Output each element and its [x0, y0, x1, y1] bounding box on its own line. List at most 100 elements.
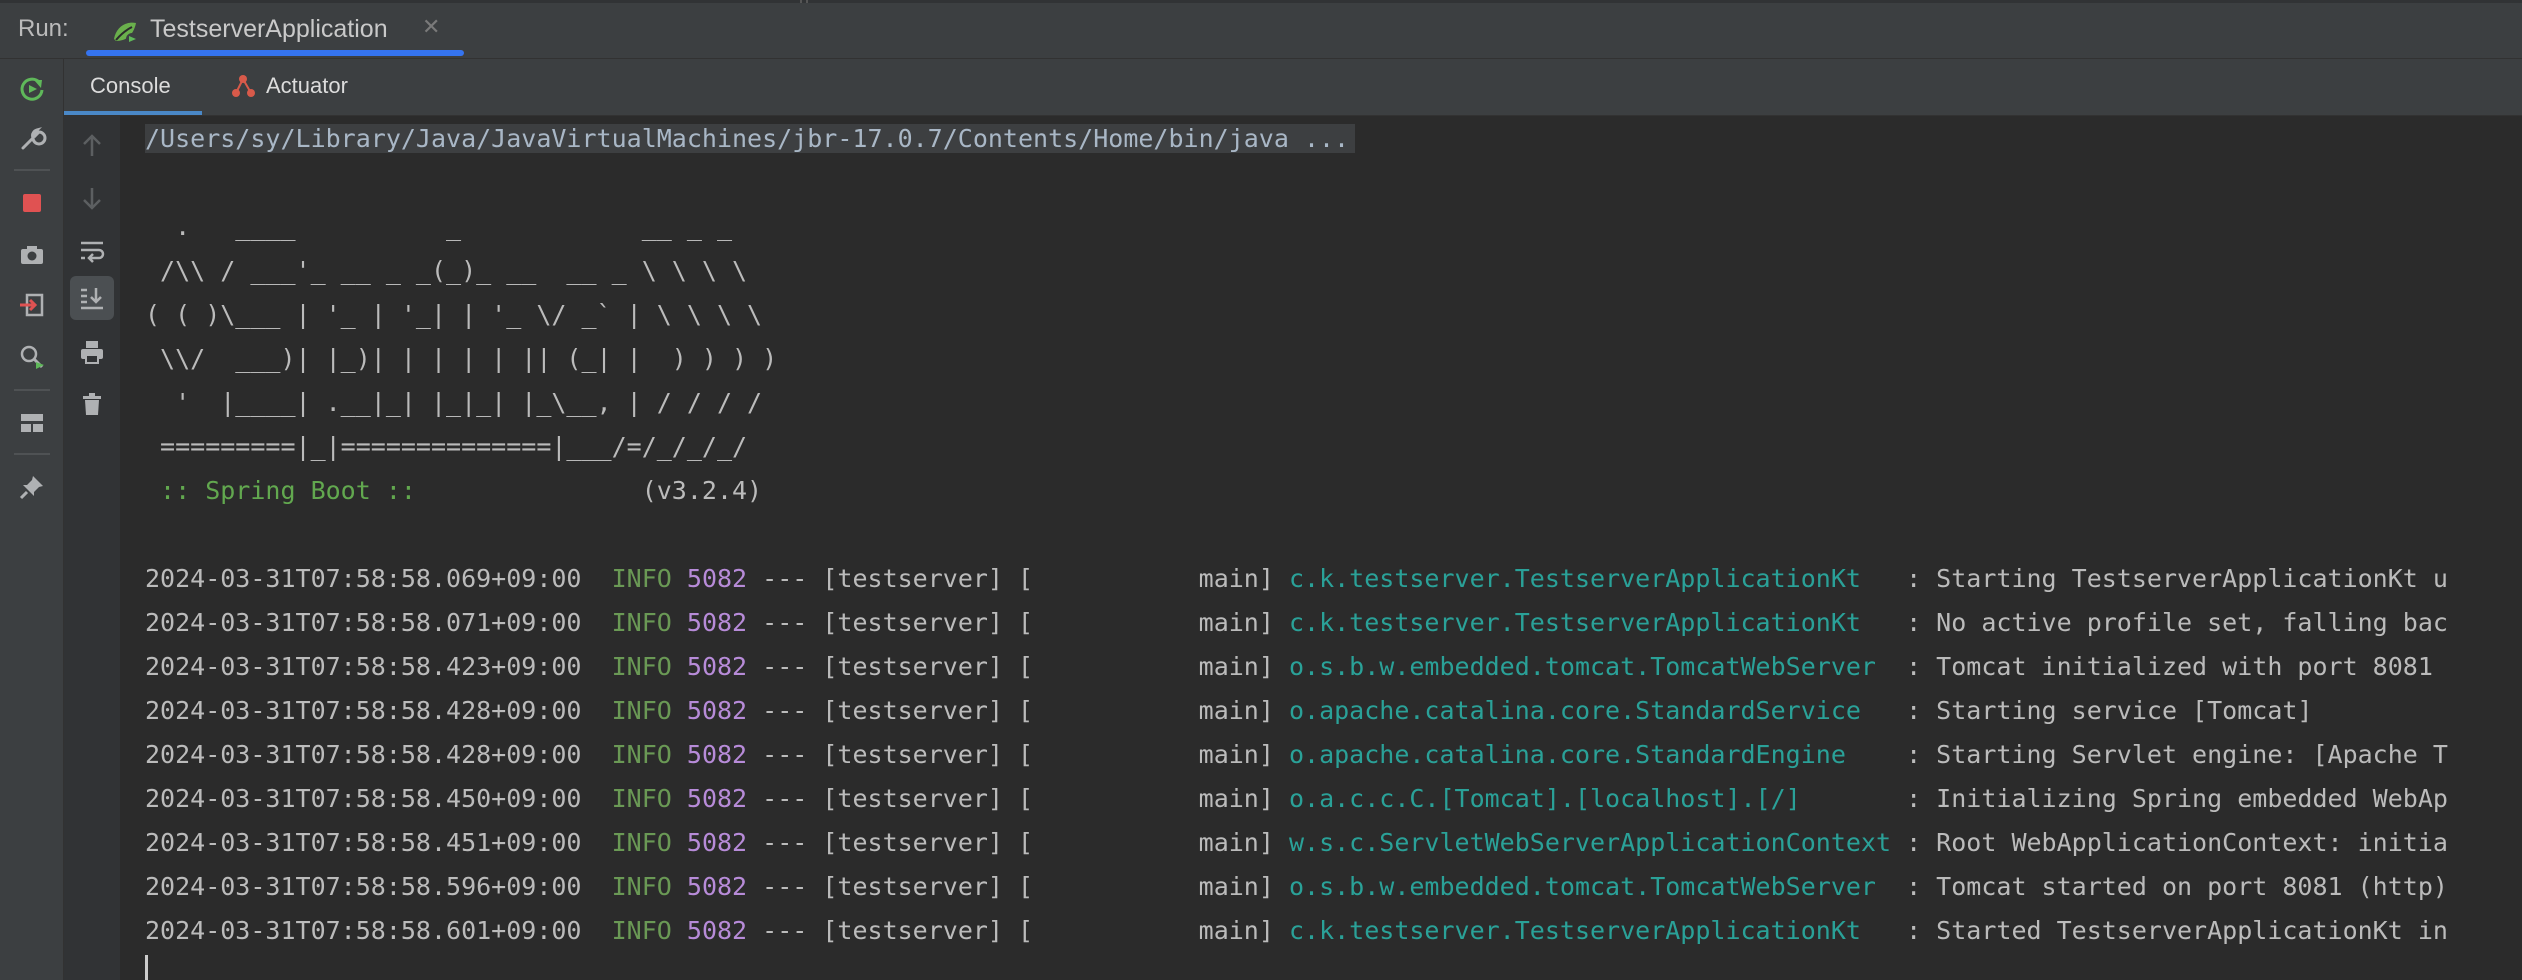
layout-icon[interactable] — [16, 407, 48, 439]
trash-icon[interactable] — [70, 382, 114, 426]
debug-search-icon[interactable] — [16, 341, 48, 373]
down-arrow-icon[interactable] — [70, 176, 114, 220]
log-thread: --- [testserver] [ main] — [747, 784, 1289, 813]
log-thread: --- [testserver] [ main] — [747, 740, 1289, 769]
run-tab-title: TestserverApplication — [150, 15, 388, 43]
scroll-to-end-icon[interactable] — [70, 276, 114, 320]
active-tab-indicator — [86, 50, 464, 56]
log-logger[interactable]: w.s.c.ServletWebServerApplicationContext — [1289, 828, 1891, 857]
run-configuration-tab[interactable]: TestserverApplication ✕ — [86, 0, 464, 58]
camera-icon[interactable] — [16, 239, 48, 271]
text-caret — [145, 955, 148, 980]
log-thread: --- [testserver] [ main] — [747, 828, 1289, 857]
pin-icon[interactable] — [16, 471, 48, 503]
console-subtab-bar: Console Actuator — [64, 59, 2522, 116]
java-command-line[interactable]: /Users/sy/Library/Java/JavaVirtualMachin… — [145, 124, 1356, 153]
log-pid: 5082 — [686, 784, 748, 813]
tab-actuator-label: Actuator — [266, 73, 348, 98]
active-tab-indicator — [64, 111, 202, 115]
spring-boot-label: :: Spring Boot :: — [145, 476, 431, 505]
log-thread: --- [testserver] [ main] — [747, 652, 1289, 681]
toolbar-divider — [14, 453, 50, 455]
log-level: INFO — [611, 828, 672, 857]
log-message: : Starting TestserverApplicationKt u — [1891, 564, 2448, 593]
log-pid: 5082 — [686, 872, 748, 901]
log-pid: 5082 — [686, 828, 748, 857]
log-logger[interactable]: c.k.testserver.TestserverApplicationKt — [1289, 916, 1891, 945]
spring-boot-version: (v3.2.4) — [430, 476, 763, 505]
log-pid: 5082 — [686, 564, 748, 593]
log-message: : Initializing Spring embedded WebAp — [1891, 784, 2448, 813]
banner-line: =========|_|==============|___/=/_/_/_/ — [145, 432, 748, 461]
log-pid: 5082 — [686, 608, 748, 637]
log-row: 2024-03-31T07:58:58.428+09:00 INFO 5082 … — [145, 735, 2448, 775]
log-level: INFO — [611, 916, 672, 945]
log-pid: 5082 — [686, 652, 748, 681]
log-timestamp: 2024-03-31T07:58:58.596+09:00 — [145, 872, 582, 901]
log-level: INFO — [611, 872, 672, 901]
log-logger[interactable]: o.apache.catalina.core.StandardEngine — [1289, 740, 1891, 769]
log-timestamp: 2024-03-31T07:58:58.601+09:00 — [145, 916, 582, 945]
log-level: INFO — [611, 696, 672, 725]
close-icon[interactable]: ✕ — [422, 14, 440, 40]
log-thread: --- [testserver] [ main] — [747, 696, 1289, 725]
log-message: : Starting Servlet engine: [Apache T — [1891, 740, 2448, 769]
banner-line: ' |____| .__|_| |_|_| |_\__, | / / / / — [145, 388, 763, 417]
log-logger[interactable]: c.k.testserver.TestserverApplicationKt — [1289, 608, 1891, 637]
log-pid: 5082 — [686, 916, 748, 945]
log-logger[interactable]: c.k.testserver.TestserverApplicationKt — [1289, 564, 1891, 593]
toolbar-divider — [14, 169, 50, 171]
print-icon[interactable] — [70, 330, 114, 374]
up-arrow-icon[interactable] — [70, 124, 114, 168]
log-timestamp: 2024-03-31T07:58:58.423+09:00 — [145, 652, 582, 681]
log-timestamp: 2024-03-31T07:58:58.069+09:00 — [145, 564, 582, 593]
log-logger[interactable]: o.s.b.w.embedded.tomcat.TomcatWebServer — [1289, 652, 1891, 681]
log-level: INFO — [611, 564, 672, 593]
log-timestamp: 2024-03-31T07:58:58.450+09:00 — [145, 784, 582, 813]
log-thread: --- [testserver] [ main] — [747, 564, 1289, 593]
run-toolbar — [0, 59, 64, 980]
console-output[interactable]: /Users/sy/Library/Java/JavaVirtualMachin… — [121, 116, 2522, 980]
log-message: : No active profile set, falling bac — [1891, 608, 2448, 637]
banner-line: /\\ / ___'_ __ _ _(_)_ __ __ _ \ \ \ \ — [145, 256, 748, 285]
log-message: : Tomcat started on port 8081 (http) — [1891, 872, 2448, 901]
banner-line: \\/ ___)| |_)| | | | | || (_| | ) ) ) ) — [145, 344, 778, 373]
log-message: : Starting service [Tomcat] — [1891, 696, 2313, 725]
spring-boot-version-line: :: Spring Boot :: (v3.2.4) — [145, 471, 762, 511]
tab-console[interactable]: Console — [64, 59, 202, 115]
log-message: : Tomcat initialized with port 8081 — [1891, 652, 2433, 681]
log-pid: 5082 — [686, 740, 748, 769]
stop-icon[interactable] — [16, 187, 48, 219]
banner-line: . ____ _ __ _ _ — [145, 212, 732, 241]
log-thread: --- [testserver] [ main] — [747, 872, 1289, 901]
soft-wrap-icon[interactable] — [70, 228, 114, 272]
log-pid: 5082 — [686, 696, 748, 725]
log-message: : Root WebApplicationContext: initia — [1891, 828, 2448, 857]
log-timestamp: 2024-03-31T07:58:58.428+09:00 — [145, 696, 582, 725]
run-tool-window-header: Run: TestserverApplication ✕ — [0, 0, 2522, 59]
log-timestamp: 2024-03-31T07:58:58.428+09:00 — [145, 740, 582, 769]
wrench-icon[interactable] — [16, 123, 48, 155]
log-level: INFO — [611, 608, 672, 637]
log-level: INFO — [611, 652, 672, 681]
log-timestamp: 2024-03-31T07:58:58.451+09:00 — [145, 828, 582, 857]
log-message: : Started TestserverApplicationKt in — [1891, 916, 2448, 945]
log-row: 2024-03-31T07:58:58.069+09:00 INFO 5082 … — [145, 559, 2448, 599]
log-row: 2024-03-31T07:58:58.428+09:00 INFO 5082 … — [145, 691, 2312, 731]
banner-line: ( ( )\___ | '_ | '_| | '_ \/ _` | \ \ \ … — [145, 300, 763, 329]
log-thread: --- [testserver] [ main] — [747, 608, 1289, 637]
log-level: INFO — [611, 784, 672, 813]
log-logger[interactable]: o.s.b.w.embedded.tomcat.TomcatWebServer — [1289, 872, 1891, 901]
tab-actuator[interactable]: Actuator — [224, 59, 384, 115]
tab-console-label: Console — [90, 73, 171, 98]
log-logger[interactable]: o.a.c.c.C.[Tomcat].[localhost].[/] — [1289, 784, 1891, 813]
log-logger[interactable]: o.apache.catalina.core.StandardService — [1289, 696, 1891, 725]
console-toolbar — [64, 116, 121, 980]
exit-icon[interactable] — [16, 289, 48, 321]
run-label: Run: — [18, 15, 69, 42]
rerun-icon[interactable] — [16, 73, 48, 105]
log-row: 2024-03-31T07:58:58.071+09:00 INFO 5082 … — [145, 603, 2448, 643]
log-timestamp: 2024-03-31T07:58:58.071+09:00 — [145, 608, 582, 637]
log-row: 2024-03-31T07:58:58.601+09:00 INFO 5082 … — [145, 911, 2448, 951]
log-row: 2024-03-31T07:58:58.451+09:00 INFO 5082 … — [145, 823, 2448, 863]
